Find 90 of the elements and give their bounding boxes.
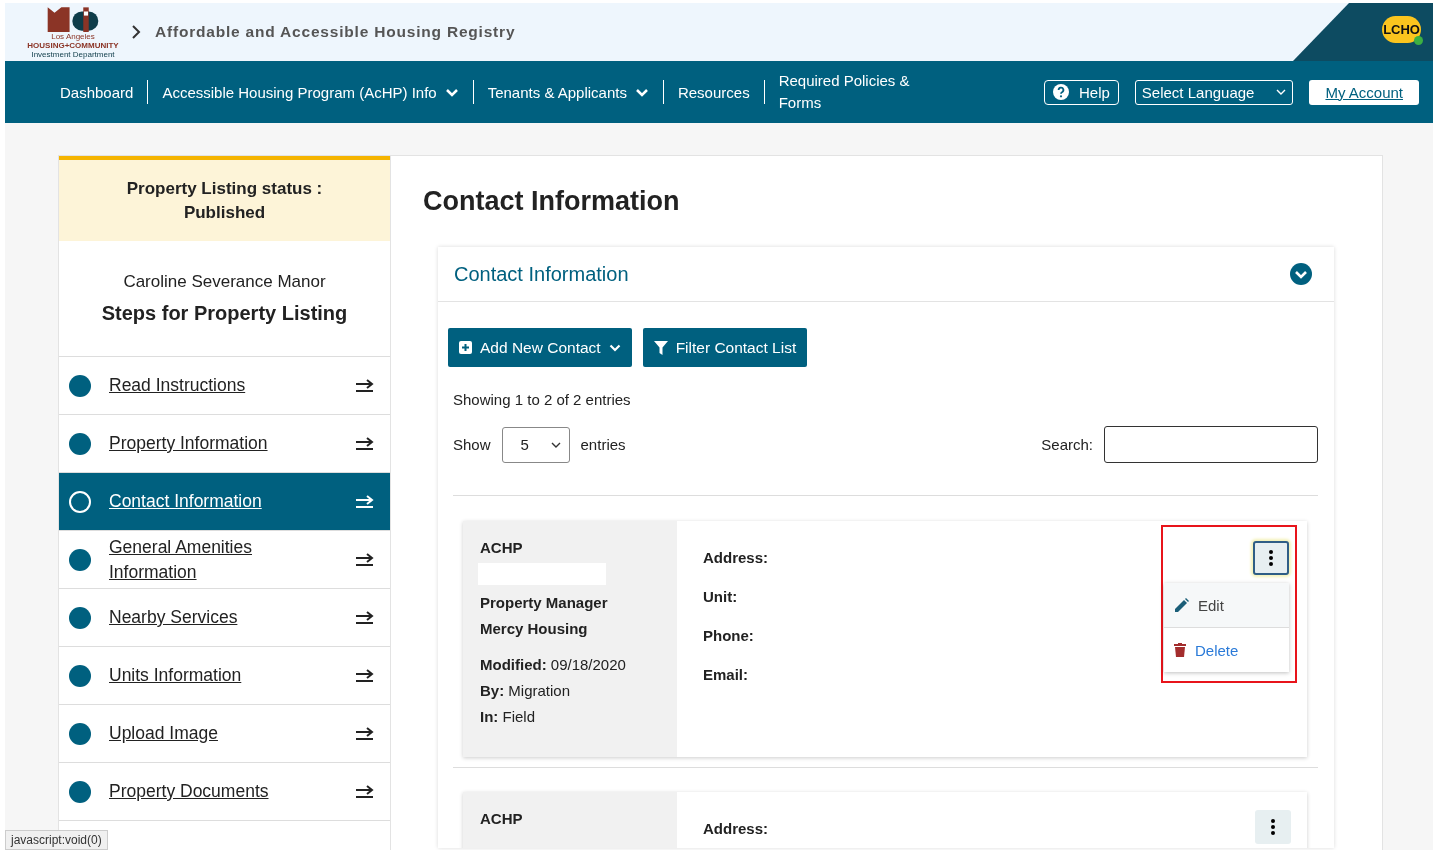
step-item[interactable]: Property Documents: [59, 763, 390, 821]
caret-icon: [550, 441, 561, 448]
contact-program: ACHP: [480, 810, 524, 827]
user-badge[interactable]: LCHO: [1382, 16, 1421, 43]
step-status-icon: [69, 606, 91, 629]
trash-icon: [1174, 643, 1186, 657]
site-title: Affordable and Accessible Housing Registry: [155, 23, 516, 41]
status-value: Published: [183, 202, 266, 223]
arrow-right-icon: [356, 378, 374, 393]
nav-link[interactable]: Tenants & Applicants: [487, 83, 649, 101]
contact-meta: In: Field: [480, 708, 536, 725]
arrow-right-icon: [356, 552, 374, 567]
nav-link[interactable]: Accessible Housing Program (AcHP) Info: [162, 83, 459, 101]
step-status-icon: [69, 490, 91, 513]
step-status-icon: [69, 722, 91, 745]
help-icon: [1053, 84, 1069, 100]
caret-icon: [444, 87, 459, 97]
logo-text: HOUSING+COMMUNITY: [27, 40, 119, 50]
arrow-right-icon: [356, 610, 374, 625]
contact-meta: Modified: 09/18/2020: [480, 656, 627, 673]
chevron-right-icon: [131, 24, 141, 40]
caret-icon: [608, 343, 621, 352]
logo-text: Los Angeles: [51, 31, 95, 41]
step-item[interactable]: Units Information: [59, 647, 390, 705]
language-select[interactable]: Select Language: [1134, 79, 1294, 105]
entries-info: Showing 1 to 2 of 2 entries: [453, 391, 632, 408]
filter-icon: [653, 340, 668, 355]
step-status-icon: [69, 374, 91, 397]
step-status-icon: [69, 548, 91, 571]
menu-item[interactable]: Edit: [1164, 583, 1289, 628]
arrow-right-icon: [356, 726, 374, 741]
step-link[interactable]: Units Information: [109, 663, 289, 688]
status-url: javascript:void(0): [5, 830, 108, 850]
account-link[interactable]: My Account: [1309, 79, 1419, 105]
arrow-right-icon: [356, 436, 374, 451]
arrow-right-icon: [356, 668, 374, 683]
nav-link[interactable]: Dashboard: [60, 83, 134, 101]
contact-detail: Property Manager: [480, 594, 609, 611]
logo-text: Investment Department: [31, 49, 115, 59]
field-label: Address:: [703, 820, 769, 837]
field-label: Phone:: [703, 627, 754, 644]
contact-detail: Mercy Housing: [480, 620, 589, 637]
step-item[interactable]: Upload Image: [59, 705, 390, 763]
search-field[interactable]: [1104, 426, 1318, 463]
logo[interactable]: Los Angeles HOUSING+COMMUNITY Investment Department: [25, 5, 121, 59]
step-status-icon: [69, 780, 91, 803]
pencil-icon: [1174, 597, 1189, 613]
page-title: Contact Information: [423, 186, 681, 217]
step-link[interactable]: Contact Information: [109, 489, 289, 514]
step-link[interactable]: Upload Image: [109, 721, 289, 746]
status-label: Property Listing status :: [126, 178, 323, 199]
step-link[interactable]: Nearby Services: [109, 605, 289, 630]
plus-icon: [459, 341, 472, 354]
step-item[interactable]: General Amenities Information: [59, 531, 390, 589]
more-icon: [1269, 550, 1273, 566]
step-link[interactable]: Property Information: [109, 431, 289, 456]
property-name: Caroline Severance Manor: [123, 272, 326, 292]
more-button[interactable]: [1253, 541, 1289, 575]
field-label: Address:: [703, 549, 769, 566]
menu-item[interactable]: Delete: [1164, 628, 1289, 672]
step-status-icon: [69, 432, 91, 455]
arrow-right-icon: [356, 784, 374, 799]
step-link[interactable]: Read Instructions: [109, 373, 289, 398]
arrow-right-icon: [356, 494, 374, 509]
nav-link[interactable]: Required Policies & Forms: [778, 70, 929, 114]
step-item[interactable]: Read Instructions: [59, 357, 390, 415]
add-contact-button[interactable]: Add New Contact: [448, 328, 632, 367]
steps-heading: Steps for Property Listing: [101, 302, 348, 325]
search-label: Search:: [1041, 436, 1093, 453]
field-label: Email:: [703, 666, 748, 683]
step-link[interactable]: General Amenities Information: [109, 534, 289, 585]
contact-program: ACHP: [480, 539, 524, 556]
more-button[interactable]: [1255, 810, 1291, 844]
logo-icon: [46, 5, 100, 32]
step-link[interactable]: Property Documents: [109, 779, 289, 804]
caret-icon: [634, 87, 649, 97]
nav-link[interactable]: Resources: [677, 83, 750, 101]
step-item[interactable]: Contact Information: [59, 473, 390, 531]
caret-icon: [1276, 89, 1287, 95]
field-label: Unit:: [703, 588, 738, 605]
more-icon: [1271, 819, 1275, 835]
entries-label: entries: [580, 436, 626, 453]
contact-meta: By: Migration: [480, 682, 572, 699]
show-label: Show: [453, 436, 491, 453]
step-item[interactable]: Nearby Services: [59, 589, 390, 647]
page-size-select[interactable]: 5: [501, 426, 570, 463]
help-button[interactable]: Help: [1044, 79, 1119, 105]
section-header[interactable]: Contact Information: [438, 247, 1334, 302]
step-status-icon: [69, 664, 91, 687]
filter-button[interactable]: Filter Contact List: [642, 328, 808, 367]
